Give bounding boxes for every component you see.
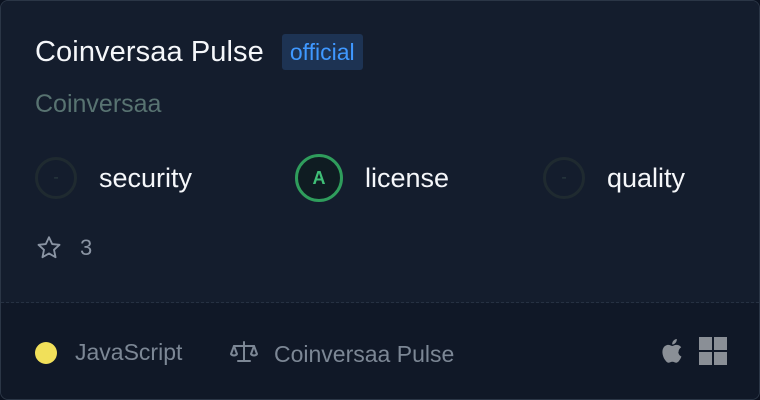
score-security[interactable]: - security	[35, 154, 192, 202]
card-footer: JavaScript Coinversaa Pulse	[1, 303, 759, 399]
score-grade-circle: -	[543, 157, 585, 199]
stars[interactable]: 3	[35, 234, 92, 262]
official-badge: official	[281, 34, 363, 70]
card-body: Coinversaa Pulse official Coinversaa - s…	[1, 1, 759, 303]
title-row: Coinversaa Pulse official	[35, 34, 363, 70]
language-color-dot	[35, 341, 57, 364]
license: Coinversaa Pulse	[230, 339, 454, 370]
score-license[interactable]: A license	[295, 154, 449, 202]
language-name: JavaScript	[75, 339, 183, 365]
star-icon	[35, 234, 63, 262]
package-owner[interactable]: Coinversaa	[35, 90, 161, 119]
scale-icon	[230, 339, 258, 370]
windows-icon	[699, 337, 727, 365]
score-label: quality	[607, 162, 686, 193]
license-name: Coinversaa Pulse	[274, 341, 455, 367]
platforms	[659, 337, 727, 365]
score-row: - security A license - quality	[35, 154, 735, 204]
language: JavaScript	[35, 339, 182, 366]
score-label: security	[99, 162, 193, 193]
score-grade-circle: A	[295, 154, 343, 202]
stars-count: 3	[80, 235, 93, 260]
score-label: license	[365, 162, 450, 193]
score-quality[interactable]: - quality	[543, 154, 685, 202]
apple-icon	[659, 337, 683, 365]
score-grade-circle: -	[35, 157, 77, 199]
package-title[interactable]: Coinversaa Pulse	[35, 36, 264, 69]
package-card[interactable]: Coinversaa Pulse official Coinversaa - s…	[0, 0, 760, 400]
